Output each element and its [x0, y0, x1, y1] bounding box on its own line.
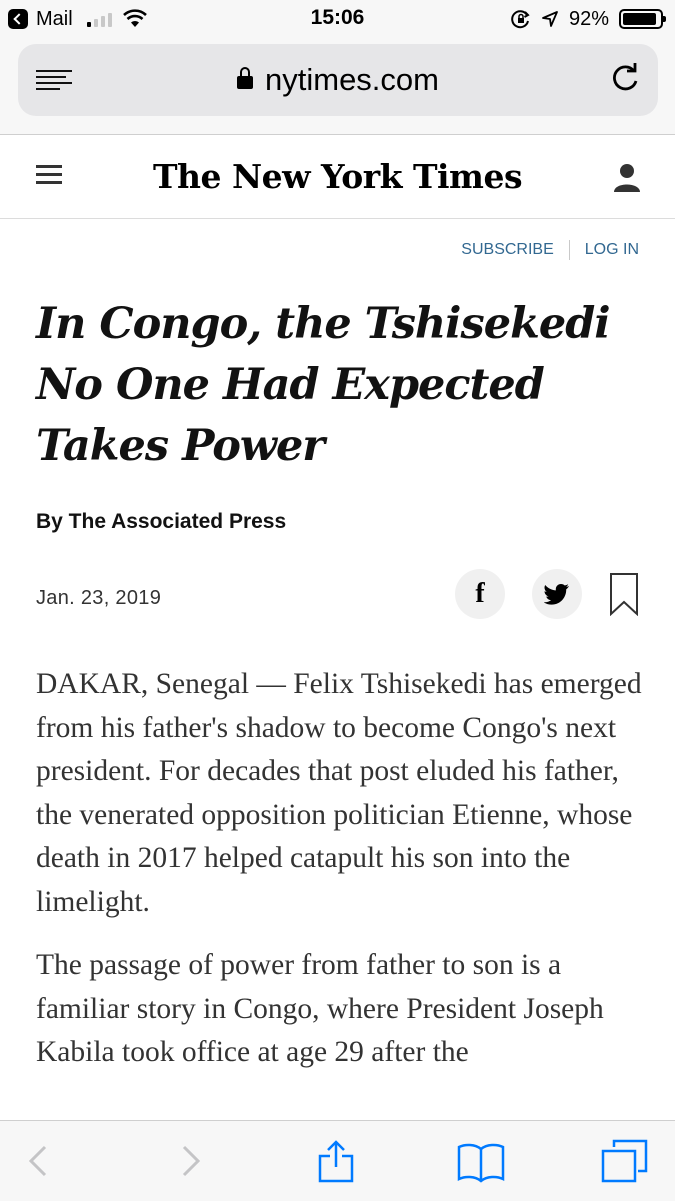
status-bar: Mail 15:06 92%	[0, 0, 675, 40]
url-text: nytimes.com	[265, 62, 439, 97]
browser-toolbar	[0, 1120, 675, 1201]
share-facebook-button[interactable]: f	[455, 569, 505, 619]
link-divider	[568, 240, 570, 260]
share-twitter-button[interactable]	[532, 569, 582, 619]
subscribe-link[interactable]: SUBSCRIBE	[461, 241, 553, 259]
battery-icon	[619, 9, 666, 29]
reload-icon[interactable]	[608, 62, 642, 96]
twitter-icon	[544, 584, 569, 605]
article-headline: In Congo, the Tshisekedi No One Had Expe…	[36, 299, 611, 471]
top-links: SUBSCRIBE LOG IN	[461, 240, 639, 260]
account-icon[interactable]	[613, 163, 641, 193]
lock-icon	[237, 67, 253, 89]
battery-fill	[623, 13, 656, 25]
bookmark-icon[interactable]	[609, 572, 639, 616]
article-paragraph: The passage of power from father to son …	[36, 949, 604, 1068]
address-bar[interactable]: nytimes.com	[18, 44, 658, 116]
status-right: 92%	[511, 6, 666, 32]
article-date: Jan. 23, 2019	[36, 587, 162, 609]
facebook-icon: f	[475, 578, 485, 609]
battery-percent: 92%	[568, 7, 609, 30]
tabs-icon[interactable]	[600, 1139, 648, 1183]
login-link[interactable]: LOG IN	[585, 241, 639, 259]
forward-icon[interactable]	[168, 1139, 212, 1183]
location-icon	[542, 11, 558, 27]
share-icon[interactable]	[314, 1139, 358, 1183]
url-display[interactable]: nytimes.com	[18, 62, 658, 98]
back-icon[interactable]	[17, 1139, 61, 1183]
nyt-header: The New York Times	[0, 135, 675, 219]
article-byline: By The Associated Press	[36, 510, 287, 533]
masthead-logo[interactable]: The New York Times	[0, 157, 675, 196]
article-paragraph: DAKAR, Senegal — Felix Tshisekedi has em…	[36, 668, 642, 918]
orientation-lock-icon	[511, 10, 530, 29]
bookmarks-icon[interactable]	[457, 1139, 505, 1183]
article-body: DAKAR, Senegal — Felix Tshisekedi has em…	[36, 663, 646, 1095]
browser-bar: nytimes.com	[0, 40, 675, 135]
